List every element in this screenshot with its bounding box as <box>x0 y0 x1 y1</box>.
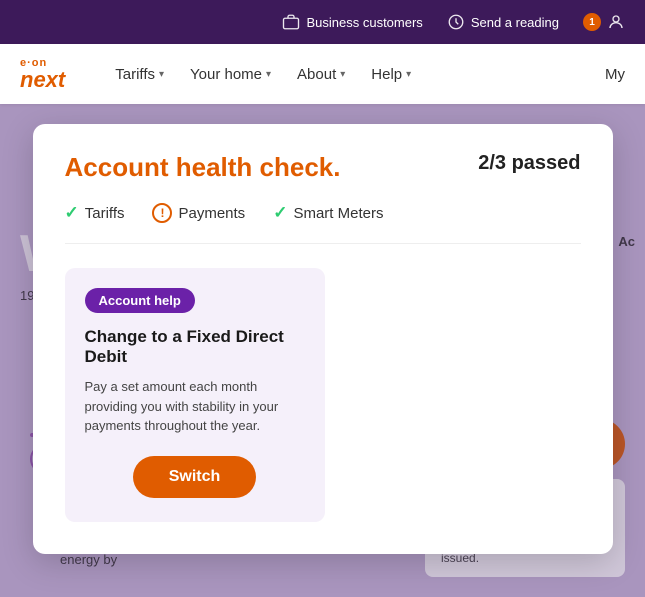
main-nav: e·on next Tariffs ▾ Your home ▾ About ▾ … <box>0 44 645 104</box>
health-check-card: Account health check. 2/3 passed ✓ Tarif… <box>33 124 613 554</box>
nav-my[interactable]: My <box>605 66 625 83</box>
help-card-description: Pay a set amount each month providing yo… <box>85 377 305 436</box>
account-help-badge: Account help <box>85 288 195 313</box>
warning-icon-payments: ! <box>152 203 172 223</box>
nav-help[interactable]: Help ▾ <box>361 60 421 89</box>
account-help-card: Account help Change to a Fixed Direct De… <box>65 268 325 522</box>
send-reading-link[interactable]: Send a reading <box>447 13 559 31</box>
nav-tariffs-label: Tariffs <box>115 66 155 83</box>
briefcase-icon <box>282 13 300 31</box>
status-payments-label: Payments <box>178 205 245 222</box>
nav-tariffs[interactable]: Tariffs ▾ <box>105 60 174 89</box>
status-payments: ! Payments <box>152 203 245 223</box>
status-smart-meters-label: Smart Meters <box>293 205 383 222</box>
nav-about[interactable]: About ▾ <box>287 60 355 89</box>
business-customers-label: Business customers <box>306 15 422 30</box>
nav-your-home-label: Your home <box>190 66 262 83</box>
switch-button[interactable]: Switch <box>133 456 257 498</box>
chevron-down-icon: ▾ <box>340 69 345 80</box>
logo[interactable]: e·on next <box>20 58 65 91</box>
notification-badge: 1 <box>583 13 601 31</box>
account-icon <box>607 13 625 31</box>
help-card-title: Change to a Fixed Direct Debit <box>85 327 305 367</box>
status-row: ✓ Tariffs ! Payments ✓ Smart Meters <box>65 203 581 244</box>
status-smart-meters: ✓ Smart Meters <box>273 203 383 223</box>
modal-overlay: Account health check. 2/3 passed ✓ Tarif… <box>0 104 645 597</box>
chevron-down-icon: ▾ <box>406 69 411 80</box>
nav-your-home[interactable]: Your home ▾ <box>180 60 281 89</box>
logo-next: next <box>20 69 65 91</box>
check-icon-tariffs: ✓ <box>65 203 79 223</box>
notification-area[interactable]: 1 <box>583 13 625 31</box>
business-customers-link[interactable]: Business customers <box>282 13 422 31</box>
nav-items: Tariffs ▾ Your home ▾ About ▾ Help ▾ <box>105 60 421 89</box>
nav-help-label: Help <box>371 66 402 83</box>
health-card-score: 2/3 passed <box>478 152 580 175</box>
chevron-down-icon: ▾ <box>159 69 164 80</box>
status-tariffs: ✓ Tariffs <box>65 203 125 223</box>
check-icon-smart-meters: ✓ <box>273 203 287 223</box>
health-card-title: Account health check. <box>65 152 341 183</box>
chevron-down-icon: ▾ <box>266 69 271 80</box>
meter-icon <box>447 13 465 31</box>
health-card-header: Account health check. 2/3 passed <box>65 152 581 183</box>
send-reading-label: Send a reading <box>471 15 559 30</box>
top-bar: Business customers Send a reading 1 <box>0 0 645 44</box>
status-tariffs-label: Tariffs <box>85 205 125 222</box>
nav-about-label: About <box>297 66 336 83</box>
